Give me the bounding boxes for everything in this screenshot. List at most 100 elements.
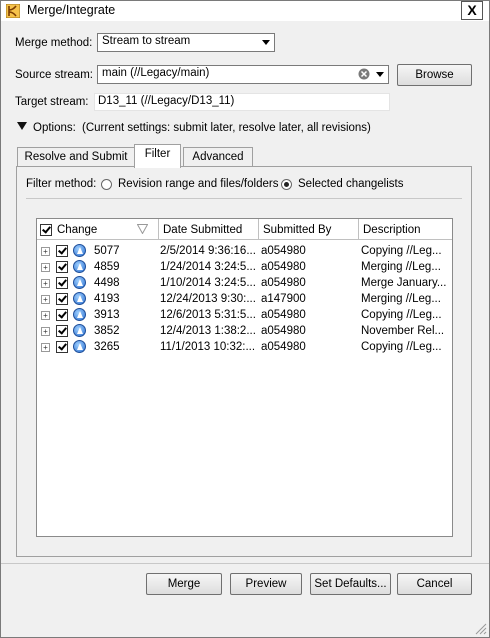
cell-submitted-by: a054980 xyxy=(261,341,306,353)
cell-date: 12/6/2013 5:31:5... xyxy=(160,309,256,321)
radio-selected-changelists[interactable] xyxy=(281,179,292,190)
expand-plus-icon[interactable]: + xyxy=(41,263,50,272)
cell-description: Copying //Leg... xyxy=(361,245,442,257)
changelist-icon xyxy=(73,244,86,257)
row-checkbox[interactable] xyxy=(56,309,68,321)
cell-submitted-by: a054980 xyxy=(261,277,306,289)
expand-plus-icon[interactable]: + xyxy=(41,279,50,288)
cancel-button[interactable]: Cancel xyxy=(397,573,472,595)
cell-submitted-by: a147900 xyxy=(261,293,306,305)
cell-submitted-by: a054980 xyxy=(261,261,306,273)
cell-change: 4859 xyxy=(94,261,120,273)
merge-method-value: Stream to stream xyxy=(102,35,191,47)
merge-method-select[interactable]: Stream to stream xyxy=(97,33,275,52)
radio-revision-range-label[interactable]: Revision range and files/folders xyxy=(118,178,278,190)
cell-date: 1/10/2014 3:24:5... xyxy=(160,277,256,289)
target-stream-label: Target stream: xyxy=(15,96,89,108)
cell-date: 12/4/2013 1:38:2... xyxy=(160,325,256,337)
changelist-icon xyxy=(73,260,86,273)
changelist-icon xyxy=(73,292,86,305)
column-header-change-label: Change xyxy=(57,224,98,236)
cell-change: 3265 xyxy=(94,341,120,353)
window-title: Merge/Integrate xyxy=(27,3,116,17)
close-button[interactable]: X xyxy=(461,1,483,20)
radio-revision-range[interactable] xyxy=(101,179,112,190)
cell-date: 1/24/2014 3:24:5... xyxy=(160,261,256,273)
preview-button[interactable]: Preview xyxy=(230,573,302,595)
expand-plus-icon[interactable]: + xyxy=(41,327,50,336)
expand-plus-icon[interactable]: + xyxy=(41,295,50,304)
changelist-icon xyxy=(73,324,86,337)
changelist-icon xyxy=(73,308,86,321)
changelist-icon xyxy=(73,340,86,353)
cell-date: 2/5/2014 9:36:16... xyxy=(160,245,256,257)
table-row[interactable]: +4859 1/24/2014 3:24:5... a054980 Merging /… xyxy=(37,259,452,275)
cell-description: November Rel... xyxy=(361,325,445,337)
table-row[interactable]: +4498 1/10/2014 3:24:5... a054980 Merge Jan… xyxy=(37,275,452,291)
column-header-change[interactable]: Change xyxy=(37,219,159,240)
row-checkbox[interactable] xyxy=(56,245,68,257)
radio-selected-changelists-label[interactable]: Selected changelists xyxy=(298,178,403,190)
divider xyxy=(1,563,489,564)
cell-description: Copying //Leg... xyxy=(361,309,442,321)
table-row[interactable]: +5077 2/5/2014 9:36:16... a054980 Copying /… xyxy=(37,243,452,259)
expand-plus-icon[interactable]: + xyxy=(41,247,50,256)
row-checkbox[interactable] xyxy=(56,293,68,305)
cell-change: 5077 xyxy=(94,245,120,257)
cell-description: Merging //Leg... xyxy=(361,293,441,305)
expand-plus-icon[interactable]: + xyxy=(41,343,50,352)
divider xyxy=(26,198,462,199)
cell-description: Merging //Leg... xyxy=(361,261,441,273)
table-row[interactable]: +3265 11/1/2013 10:32:... a054980 Copying /… xyxy=(37,339,452,355)
expand-plus-icon[interactable]: + xyxy=(41,311,50,320)
changelist-table[interactable]: Change Date Submitted Submitted By Descr… xyxy=(36,218,453,537)
set-defaults-button[interactable]: Set Defaults... xyxy=(310,573,391,595)
cell-change: 3852 xyxy=(94,325,120,337)
merge-button[interactable]: Merge xyxy=(146,573,222,595)
source-stream-label: Source stream: xyxy=(15,69,93,81)
target-stream-field: D13_11 (//Legacy/D13_11) xyxy=(94,93,390,111)
tab-advanced[interactable]: Advanced xyxy=(183,147,253,167)
sort-descending-icon[interactable] xyxy=(137,224,148,234)
target-stream-value: D13_11 (//Legacy/D13_11) xyxy=(98,95,235,107)
cell-date: 12/24/2013 9:30:... xyxy=(160,293,256,305)
merge-method-label: Merge method: xyxy=(15,37,93,49)
options-summary: (Current settings: submit later, resolve… xyxy=(82,122,371,134)
row-checkbox[interactable] xyxy=(56,261,68,273)
source-stream-combo[interactable]: main (//Legacy/main) xyxy=(97,65,389,84)
cell-description: Copying //Leg... xyxy=(361,341,442,353)
chevron-down-icon[interactable] xyxy=(262,40,270,45)
cell-submitted-by: a054980 xyxy=(261,325,306,337)
cell-submitted-by: a054980 xyxy=(261,309,306,321)
tab-filter[interactable]: Filter xyxy=(134,144,181,168)
browse-button[interactable]: Browse xyxy=(397,64,472,86)
merge-integrate-dialog: Merge/Integrate X Merge method: Stream t… xyxy=(0,0,490,638)
collapse-triangle-icon[interactable] xyxy=(17,122,27,131)
options-label[interactable]: Options: xyxy=(33,122,76,134)
table-row[interactable]: +4193 12/24/2013 9:30:... a147900 Merging /… xyxy=(37,291,452,307)
row-checkbox[interactable] xyxy=(56,325,68,337)
cell-change: 4193 xyxy=(94,293,120,305)
select-all-checkbox[interactable] xyxy=(40,224,52,236)
cell-description: Merge January... xyxy=(361,277,447,289)
column-header-date[interactable]: Date Submitted xyxy=(159,219,259,240)
resize-grip-icon[interactable] xyxy=(475,623,487,635)
title-bar: Merge/Integrate X xyxy=(1,1,489,21)
cell-submitted-by: a054980 xyxy=(261,245,306,257)
cell-change: 4498 xyxy=(94,277,120,289)
table-row[interactable]: +3913 12/6/2013 5:31:5... a054980 Copying /… xyxy=(37,307,452,323)
row-checkbox[interactable] xyxy=(56,277,68,289)
source-stream-value: main (//Legacy/main) xyxy=(102,67,210,79)
row-checkbox[interactable] xyxy=(56,341,68,353)
cell-date: 11/1/2013 10:32:... xyxy=(160,341,256,353)
clear-icon[interactable] xyxy=(358,68,370,80)
cell-change: 3913 xyxy=(94,309,120,321)
filter-method-label: Filter method: xyxy=(26,178,97,190)
column-header-submitted-by[interactable]: Submitted By xyxy=(259,219,359,240)
chevron-down-icon[interactable] xyxy=(376,72,384,77)
table-row[interactable]: +3852 12/4/2013 1:38:2... a054980 November … xyxy=(37,323,452,339)
changelist-icon xyxy=(73,276,86,289)
tab-resolve-and-submit[interactable]: Resolve and Submit xyxy=(17,147,135,167)
merge-app-icon xyxy=(6,4,20,18)
column-header-description[interactable]: Description xyxy=(359,219,452,240)
